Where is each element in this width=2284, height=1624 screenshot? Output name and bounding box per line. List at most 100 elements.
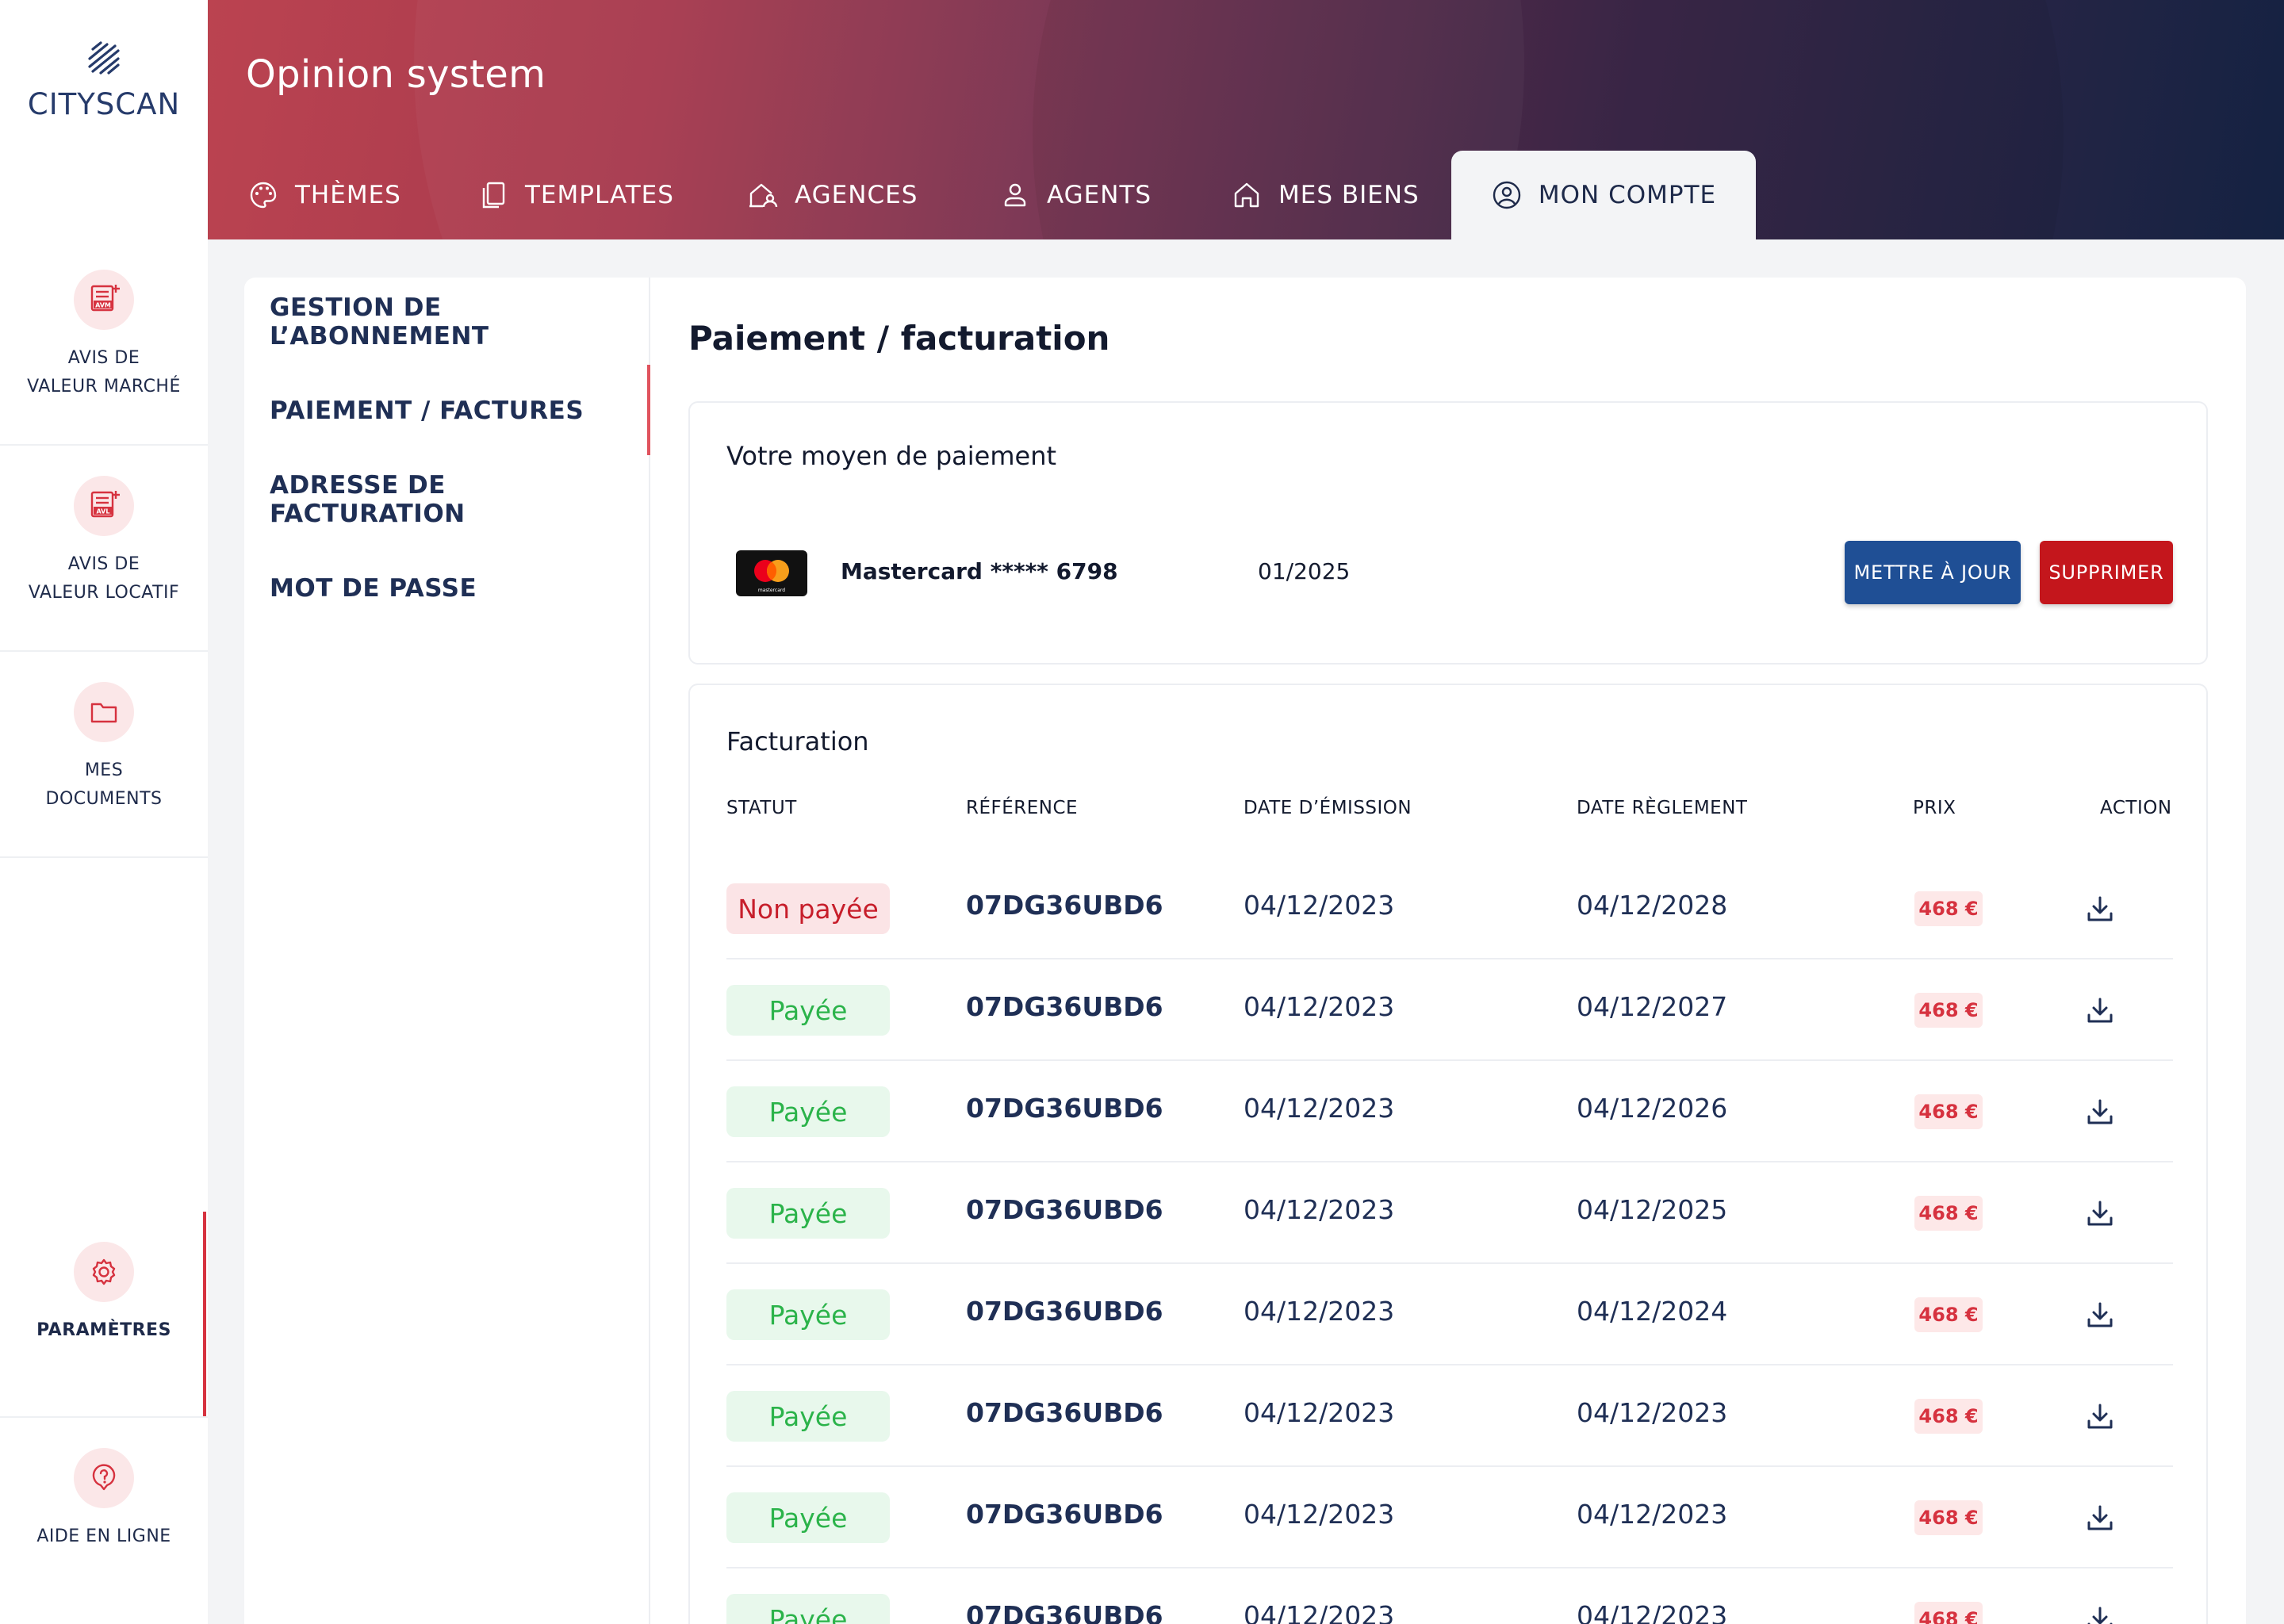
subnav-mot-de-passe[interactable]: MOT DE PASSE [270, 544, 649, 633]
sidebar-item-parametres[interactable]: PARAMÈTRES [0, 1242, 208, 1345]
sidebar-item-mes-documents[interactable]: MES DOCUMENTS [0, 682, 208, 814]
price-badge: 468 € [1914, 1500, 1983, 1535]
invoice-reference: 07DG36UBD6 [966, 1499, 1163, 1530]
invoice-reference: 07DG36UBD6 [966, 1093, 1163, 1124]
sidebar-item-label: AVIS DE VALEUR LOCATIF [28, 554, 180, 603]
price-badge: 468 € [1914, 891, 1983, 926]
settlement-date: 04/12/2027 [1577, 991, 1728, 1022]
settlement-date: 04/12/2023 [1577, 1600, 1728, 1624]
rail-divider [0, 650, 208, 652]
agency-icon [749, 183, 778, 208]
price-badge: 468 € [1914, 1196, 1983, 1231]
sidebar-item-label: AVIS DE VALEUR MARCHÉ [27, 348, 181, 396]
sidebar-item-label: PARAMÈTRES [36, 1320, 171, 1340]
tab-label: THÈMES [295, 181, 401, 209]
invoice-reference: 07DG36UBD6 [966, 1600, 1163, 1624]
column-header-action[interactable]: ACTION [2100, 798, 2172, 818]
column-header-prix[interactable]: PRIX [1913, 798, 1956, 818]
column-header-reference[interactable]: RÉFÉRENCE [966, 798, 1078, 818]
status-badge: Payée [726, 1594, 890, 1624]
copy-icon [482, 182, 505, 209]
update-payment-button[interactable]: METTRE À JOUR [1845, 541, 2021, 604]
mastercard-logo-text: mastercard [758, 588, 785, 593]
download-icon[interactable] [2083, 1094, 2117, 1129]
tab-themes[interactable]: THÈMES [247, 151, 401, 239]
active-indicator [203, 1212, 206, 1416]
status-badge: Payée [726, 1492, 890, 1543]
billing-panel: Facturation STATUT RÉFÉRENCE DATE D’ÉMIS… [688, 684, 2208, 1624]
download-icon[interactable] [2083, 891, 2117, 926]
account-subnav: GESTION DE L’ABONNEMENT PAIEMENT / FACTU… [244, 278, 650, 1624]
issue-date: 04/12/2023 [1244, 1194, 1395, 1225]
help-icon [74, 1448, 134, 1508]
rail-divider [0, 1416, 208, 1418]
left-rail: CITYSCAN AVM AVIS DE VALEUR MARCHÉ AVL A… [0, 0, 208, 1624]
gear-icon [74, 1242, 134, 1302]
settlement-date: 04/12/2024 [1577, 1296, 1728, 1327]
table-row: Payée 07DG36UBD6 04/12/2023 04/12/2023 468 € [726, 1365, 2173, 1467]
sidebar-item-label: AIDE EN LIGNE [36, 1526, 171, 1546]
table-row: Payée 07DG36UBD6 04/12/2023 04/12/2023 468 € [726, 1568, 2173, 1624]
subnav-paiement-factures[interactable]: PAIEMENT / FACTURES [270, 366, 649, 455]
tab-agents[interactable]: AGENTS [999, 151, 1152, 239]
table-row: Payée 07DG36UBD6 04/12/2023 04/12/2025 468 € [726, 1162, 2173, 1264]
table-row: Payée 07DG36UBD6 04/12/2023 04/12/2024 468 € [726, 1264, 2173, 1365]
subnav-gestion-abonnement[interactable]: GESTION DE L’ABONNEMENT [270, 278, 649, 366]
status-badge: Payée [726, 985, 890, 1036]
top-tabs: THÈMES TEMPLATES AGENCES AGENTS MES BIEN… [208, 151, 2284, 239]
invoice-reference: 07DG36UBD6 [966, 1397, 1163, 1428]
download-icon[interactable] [2083, 1500, 2117, 1535]
brand-name: CITYSCAN [27, 87, 181, 121]
settlement-date: 04/12/2023 [1577, 1499, 1728, 1530]
mastercard-logo: mastercard [736, 550, 807, 596]
tab-label: AGENTS [1047, 181, 1152, 209]
column-header-date-reglement[interactable]: DATE RÈGLEMENT [1577, 798, 1747, 818]
sidebar-item-aide-en-ligne[interactable]: AIDE EN LIGNE [0, 1448, 208, 1551]
table-row: Payée 07DG36UBD6 04/12/2023 04/12/2027 468 € [726, 959, 2173, 1061]
download-icon[interactable] [2083, 1399, 2117, 1434]
issue-date: 04/12/2023 [1244, 1093, 1395, 1124]
price-badge: 468 € [1914, 1602, 1983, 1624]
download-icon[interactable] [2083, 1196, 2117, 1231]
column-header-date-emission[interactable]: DATE D’ÉMISSION [1244, 798, 1412, 818]
issue-date: 04/12/2023 [1244, 1600, 1395, 1624]
tab-mon-compte[interactable]: MON COMPTE [1451, 151, 1756, 239]
page-title: Paiement / facturation [688, 319, 1110, 358]
issue-date: 04/12/2023 [1244, 991, 1395, 1022]
status-badge: Payée [726, 1188, 890, 1239]
column-header-statut[interactable]: STATUT [726, 798, 797, 818]
subnav-adresse-facturation[interactable]: ADRESSE DE FACTURATION [270, 455, 649, 544]
download-icon[interactable] [2083, 993, 2117, 1028]
rail-divider [0, 444, 208, 446]
tab-mes-biens[interactable]: MES BIENS [1231, 151, 1420, 239]
sidebar-item-avis-valeur-locatif[interactable]: AVL AVIS DE VALEUR LOCATIF [0, 476, 208, 607]
cityscan-logo[interactable]: CITYSCAN [0, 41, 208, 128]
sidebar-item-avis-valeur-marche[interactable]: AVM AVIS DE VALEUR MARCHÉ [0, 270, 208, 401]
app-title: Opinion system [246, 52, 546, 97]
table-row: Non payée 07DG36UBD6 04/12/2023 04/12/2028 4… [726, 858, 2173, 959]
card-expiry: 01/2025 [1258, 558, 1351, 584]
issue-date: 04/12/2023 [1244, 1499, 1395, 1530]
price-badge: 468 € [1914, 1094, 1983, 1129]
table-row: Payée 07DG36UBD6 04/12/2023 04/12/2023 468 € [726, 1467, 2173, 1568]
settlement-date: 04/12/2025 [1577, 1194, 1728, 1225]
download-icon[interactable] [2083, 1297, 2117, 1332]
billing-content: Paiement / facturation Votre moyen de pa… [650, 278, 2246, 1624]
delete-payment-button[interactable]: SUPPRIMER [2040, 541, 2173, 604]
top-header: Opinion system THÈMES TEMPLATES AGENCES … [208, 0, 2284, 239]
invoice-reference: 07DG36UBD6 [966, 1194, 1163, 1225]
tab-agences[interactable]: AGENCES [747, 151, 918, 239]
status-badge: Payée [726, 1289, 890, 1340]
billing-section-title: Facturation [726, 726, 869, 756]
table-row: Payée 07DG36UBD6 04/12/2023 04/12/2026 468 € [726, 1061, 2173, 1162]
tab-label: AGENCES [795, 181, 918, 209]
rail-divider [0, 856, 208, 858]
payment-method-panel: Votre moyen de paiement mastercard Maste… [688, 401, 2208, 665]
issue-date: 04/12/2023 [1244, 1397, 1395, 1428]
tab-templates[interactable]: TEMPLATES [477, 151, 674, 239]
settlement-date: 04/12/2023 [1577, 1397, 1728, 1428]
cityscan-mark-icon [88, 41, 120, 75]
account-card: GESTION DE L’ABONNEMENT PAIEMENT / FACTU… [244, 278, 2246, 1624]
invoice-reference: 07DG36UBD6 [966, 991, 1163, 1022]
download-icon[interactable] [2083, 1602, 2117, 1624]
